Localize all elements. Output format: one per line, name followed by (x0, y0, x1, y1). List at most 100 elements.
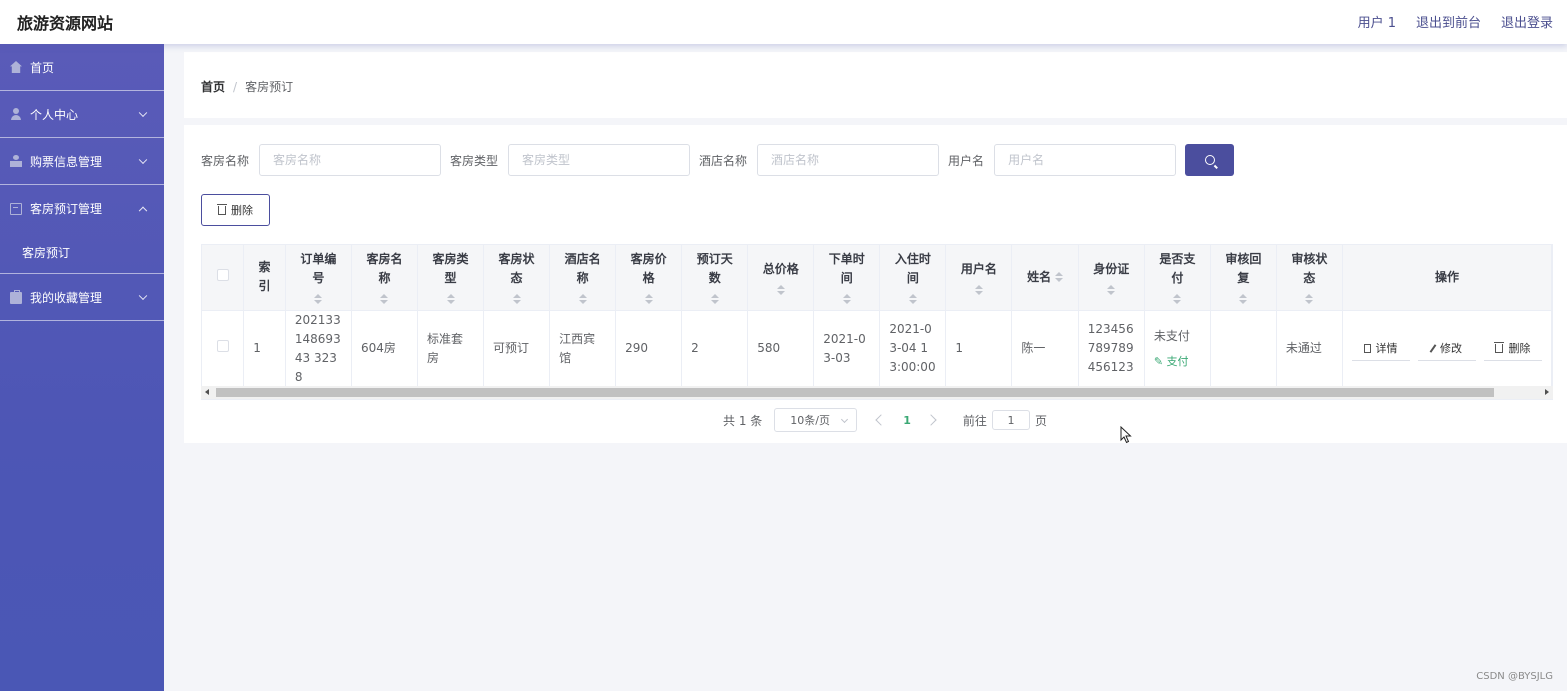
price-cell: 290 (615, 310, 683, 388)
column-header[interactable]: 审核回复 (1210, 245, 1277, 311)
goto-label: 前往 (962, 413, 987, 428)
user-menu-link[interactable]: 用户 1 (1358, 12, 1396, 31)
scrollbar-thumb[interactable] (216, 388, 1494, 397)
search-button[interactable] (1185, 144, 1235, 176)
column-header[interactable]: 客房名称 (351, 245, 418, 311)
sort-icon (842, 294, 851, 305)
username-input[interactable] (994, 144, 1177, 176)
user-icon (10, 108, 22, 120)
trash-icon (217, 203, 227, 215)
column-header[interactable]: 身份证 (1078, 245, 1145, 311)
column-header[interactable]: 客房价格 (615, 245, 683, 311)
username-label: 用户名 (948, 153, 985, 168)
pay-link[interactable]: ✎ 支付 (1154, 352, 1201, 371)
table-header-row: 索引 订单编号 客房名称 客房类型 客房状态 酒店名称 客房价格 预订天数 总价… (202, 245, 1552, 311)
column-header[interactable]: 客房状态 (483, 245, 551, 311)
order-time-cell: 2021-03-03 (813, 310, 881, 388)
sort-icon (974, 284, 983, 295)
scroll-left-icon[interactable] (205, 389, 209, 395)
sidebar-item-room-booking-management[interactable]: 客房预订管理 (0, 185, 164, 232)
username-cell: 1 (945, 310, 1013, 388)
room-type-cell: 标准套房 (417, 310, 485, 388)
next-page-icon[interactable] (925, 414, 937, 426)
box-icon (10, 290, 22, 304)
column-header: 操作 (1342, 245, 1552, 311)
page-suffix: 页 (1034, 413, 1047, 428)
column-header[interactable]: 下单时间 (813, 245, 881, 311)
prev-page-icon[interactable] (875, 414, 887, 426)
name-cell: 陈一 (1011, 310, 1079, 388)
sidebar-item-label: 个人中心 (30, 107, 79, 122)
sidebar-item-label: 客房预订管理 (30, 202, 103, 216)
top-links: 用户 1 退出到前台 退出登录 (1358, 12, 1553, 31)
scroll-right-icon[interactable] (1545, 389, 1549, 395)
checkin-time-cell: 2021-03-04 13:00:00 (879, 310, 947, 388)
total-cell: 580 (747, 310, 815, 388)
delete-button[interactable]: 删除 (1483, 337, 1542, 361)
page-number[interactable]: 1 (903, 414, 911, 427)
sidebar-item-label: 购票信息管理 (30, 154, 103, 169)
column-header[interactable]: 酒店名称 (549, 245, 617, 311)
row-checkbox[interactable] (216, 340, 229, 352)
goto-page-input[interactable] (991, 410, 1030, 430)
room-type-input[interactable] (508, 144, 691, 176)
hotel-name-cell: 江西宾馆 (549, 310, 617, 388)
sidebar-item-ticket-management[interactable]: 购票信息管理 (0, 138, 164, 185)
sort-icon (1173, 294, 1182, 305)
column-header[interactable]: 审核状态 (1276, 245, 1343, 311)
select-all-checkbox[interactable] (216, 268, 229, 281)
breadcrumb-panel: 首页 / 客房预订 (184, 52, 1567, 118)
order-no-cell: 20213314869343 3238 (285, 310, 352, 388)
column-header[interactable]: 订单编号 (285, 245, 352, 311)
page-size-select[interactable]: 10条/页 (774, 408, 858, 432)
column-header[interactable]: 总价格 (747, 245, 815, 311)
detail-button[interactable]: 详情 (1351, 337, 1410, 361)
column-header[interactable]: 客房类型 (417, 245, 485, 311)
home-icon (10, 61, 22, 73)
column-header[interactable]: 预订天数 (681, 245, 749, 311)
days-cell: 2 (681, 310, 749, 388)
breadcrumb-current: 客房预订 (245, 80, 294, 94)
hotel-name-input[interactable] (757, 144, 940, 176)
edit-button[interactable]: 修改 (1417, 337, 1476, 361)
hotel-name-label: 酒店名称 (699, 153, 748, 168)
sort-icon (1239, 294, 1248, 305)
sort-icon (644, 294, 653, 305)
column-header[interactable]: 入住时间 (879, 245, 947, 311)
back-to-front-link[interactable]: 退出到前台 (1416, 12, 1481, 31)
sort-icon (1305, 294, 1314, 305)
room-name-input[interactable] (259, 144, 442, 176)
sidebar-subitem-label: 客房预订 (22, 246, 71, 260)
batch-delete-button[interactable]: 删除 (201, 194, 270, 226)
sort-icon (710, 294, 719, 305)
paid-status: 未支付 (1153, 328, 1190, 343)
row-select-cell (202, 310, 245, 388)
sidebar-item-home[interactable]: 首页 (0, 44, 164, 91)
sidebar-subitem-room-booking[interactable]: 客房预订 (0, 232, 164, 274)
sidebar-item-favorites-management[interactable]: 我的收藏管理 (0, 274, 164, 321)
chevron-down-icon (138, 291, 148, 301)
column-header[interactable]: 是否支付 (1144, 245, 1211, 311)
pagination: 共 1 条 10条/页 1 前往 页 (723, 408, 1047, 432)
sidebar-item-label: 我的收藏管理 (30, 290, 103, 305)
sort-icon (578, 294, 587, 305)
breadcrumb-separator: / (233, 80, 238, 94)
room-name-cell: 604房 (351, 310, 418, 388)
review-status-cell: 未通过 (1276, 310, 1343, 388)
horizontal-scrollbar[interactable] (201, 386, 1553, 399)
sidebar: 首页 个人中心 购票信息管理 客房预订管理 客房预订 我的收藏管理 (0, 44, 164, 691)
actions-cell: 详情 修改 删除 (1342, 310, 1552, 388)
watermark: CSDN @BYSJLG (1476, 671, 1553, 682)
trash-icon (1494, 341, 1505, 353)
ticket-icon (10, 155, 22, 167)
column-header[interactable]: 用户名 (945, 245, 1013, 311)
card-icon (10, 203, 22, 215)
sidebar-item-personal-center[interactable]: 个人中心 (0, 91, 164, 138)
column-header[interactable]: 姓名 (1011, 245, 1079, 311)
logout-link[interactable]: 退出登录 (1501, 12, 1553, 31)
chevron-down-icon (138, 108, 148, 118)
delete-label: 删除 (231, 204, 253, 217)
breadcrumb-home[interactable]: 首页 (201, 80, 225, 94)
room-name-label: 客房名称 (201, 153, 250, 168)
breadcrumb: 首页 / 客房预订 (201, 78, 293, 95)
